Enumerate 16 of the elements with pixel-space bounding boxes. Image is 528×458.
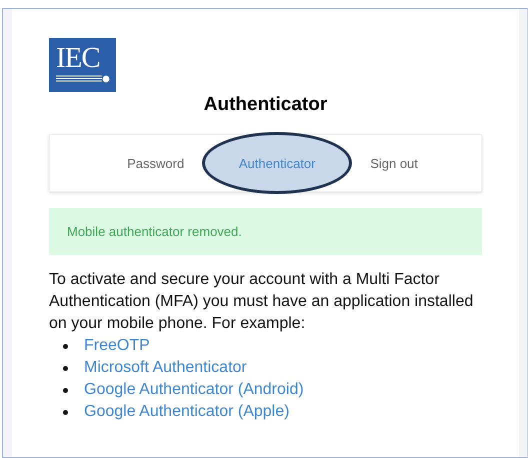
app-link[interactable]: Google Authenticator (Apple)	[84, 403, 290, 421]
lines-icon	[56, 75, 110, 83]
logo-text: IEC	[56, 44, 100, 72]
alert-message: Mobile authenticator removed.	[67, 224, 242, 239]
app-link[interactable]: Microsoft Authenticator	[84, 359, 247, 377]
tab[interactable]: Authenticator	[202, 132, 352, 194]
tab[interactable]: Password	[121, 149, 190, 177]
bullet-icon	[63, 410, 68, 414]
intro-paragraph: To activate and secure your account with a Multi Factor Authentication (MFA) you must have an application installed on your mobile phone. For example:	[49, 270, 474, 334]
app-link[interactable]: FreeOTP	[84, 337, 150, 355]
bullet-icon	[63, 344, 68, 348]
tab[interactable]: Sign out	[364, 149, 424, 177]
bullet-icon	[63, 388, 68, 392]
app-link[interactable]: Google Authenticator (Android)	[84, 381, 304, 399]
bullet-icon	[63, 366, 68, 370]
page-title: Authenticator	[202, 93, 328, 116]
